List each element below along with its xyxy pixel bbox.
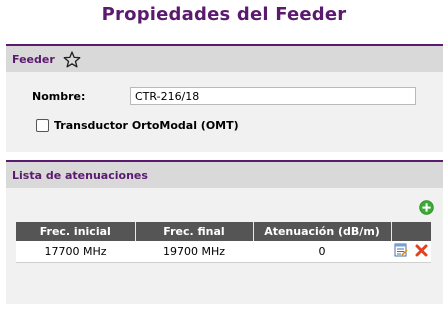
- feeder-header-label: Feeder: [12, 52, 55, 66]
- table-header-row: Frec. inicial Frec. final Atenuación (dB…: [16, 222, 431, 241]
- cell-attenuation: 0: [253, 241, 391, 263]
- feeder-panel-header: Feeder: [6, 44, 443, 72]
- delete-icon[interactable]: [415, 244, 428, 260]
- cell-end-freq: 19700 MHz: [135, 241, 253, 263]
- cell-start-freq: 17700 MHz: [16, 241, 135, 263]
- column-header-end-freq[interactable]: Frec. final: [135, 222, 254, 241]
- omt-label: Transductor OrtoModal (OMT): [54, 119, 239, 132]
- attenuations-table: Frec. inicial Frec. final Atenuación (dB…: [16, 222, 431, 263]
- name-label: Nombre:: [32, 90, 86, 103]
- column-header-attenuation[interactable]: Atenuación (dB/m): [253, 222, 392, 241]
- name-input[interactable]: [130, 87, 416, 105]
- omt-checkbox[interactable]: [36, 119, 49, 132]
- attenuations-header-label: Lista de atenuaciones: [12, 168, 148, 182]
- plus-circle-icon[interactable]: [419, 200, 434, 218]
- cell-actions: [391, 241, 431, 263]
- attenuations-panel: Lista de atenuaciones Frec. inicial Frec…: [6, 160, 443, 304]
- column-header-actions: [391, 222, 431, 241]
- table-row: 17700 MHz 19700 MHz 0: [16, 241, 431, 263]
- page-title: Propiedades del Feeder: [101, 4, 347, 25]
- column-header-start-freq[interactable]: Frec. inicial: [16, 222, 136, 241]
- feeder-panel: Feeder Nombre: Transductor OrtoModal (OM…: [6, 44, 443, 152]
- edit-icon[interactable]: [394, 243, 408, 260]
- attenuations-panel-header: Lista de atenuaciones: [6, 160, 443, 188]
- star-outline-icon[interactable]: [63, 50, 81, 68]
